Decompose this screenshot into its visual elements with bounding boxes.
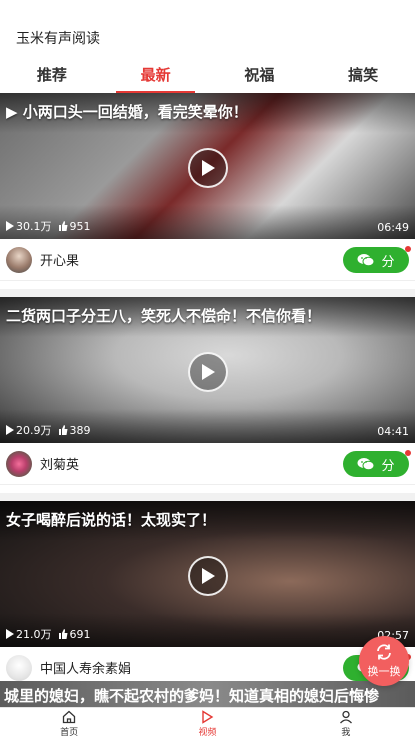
tab-latest[interactable]: 最新 — [104, 62, 208, 93]
video-stats: 30.1万 951 — [6, 218, 91, 234]
likes-count: 691 — [69, 627, 91, 641]
nav-me-label: 我 — [341, 727, 351, 738]
video-card[interactable]: ▶ 小两口头一回结婚，看完笑晕你！ 30.1万 951 06:49 开心果 分 — [0, 93, 415, 289]
tab-funny[interactable]: 搞笑 — [311, 62, 415, 93]
video-thumbnail[interactable]: 女子喝醉后说的话！太现实了！ 21.0万 691 02:57 — [0, 501, 415, 647]
video-stats: 20.9万 389 — [6, 422, 91, 438]
video-stats: 21.0万 691 — [6, 626, 91, 642]
play-icon — [202, 709, 214, 724]
likes-count: 951 — [69, 219, 91, 233]
share-label: 分 — [381, 254, 395, 270]
video-duration: 04:41 — [377, 425, 409, 438]
thumbs-up-icon — [58, 629, 67, 639]
views-stat: 30.1万 — [6, 218, 52, 234]
top-bar: 玉米有声阅读 — [0, 0, 415, 62]
views-icon — [6, 629, 14, 639]
thumbs-up-icon — [58, 425, 67, 435]
bottom-navigation: 首页 视频 我 — [0, 707, 415, 739]
category-tabs: 推荐 最新 祝福 搞笑 — [0, 62, 415, 93]
nav-me[interactable]: 我 — [277, 708, 415, 739]
avatar[interactable] — [6, 450, 32, 477]
likes-stat: 951 — [58, 220, 91, 233]
likes-stat: 691 — [58, 628, 91, 641]
video-title[interactable]: 城里的媳妇，瞧不起农村的爹妈！知道真相的媳妇后悔惨 — [4, 685, 379, 706]
video-title[interactable]: ▶ 小两口头一回结婚，看完笑晕你！ — [6, 101, 409, 122]
views-stat: 21.0万 — [6, 626, 52, 642]
views-icon — [6, 221, 14, 231]
nav-video-label: 视频 — [198, 727, 217, 738]
video-thumbnail[interactable]: ▶ 小两口头一回结婚，看完笑晕你！ 30.1万 951 06:49 — [0, 93, 415, 239]
wechat-share-button[interactable]: 分 — [343, 451, 409, 477]
video-card[interactable]: 二货两口子分王八，笑死人不偿命！不信你看！ 20.9万 389 04:41 刘菊… — [0, 297, 415, 493]
views-count: 20.9万 — [16, 424, 52, 437]
nav-video[interactable]: 视频 — [138, 708, 276, 739]
video-meta: 刘菊英 分 — [0, 443, 415, 485]
home-icon — [63, 710, 76, 723]
video-title[interactable]: 女子喝醉后说的话！太现实了！ — [6, 509, 409, 530]
partial-video-card[interactable]: 城里的媳妇，瞧不起农村的爹妈！知道真相的媳妇后悔惨 — [0, 681, 415, 707]
video-meta: 开心果 分 — [0, 239, 415, 281]
author-name[interactable]: 开心果 — [40, 250, 79, 269]
card-divider — [0, 289, 415, 297]
wechat-icon — [357, 254, 375, 267]
play-button[interactable] — [188, 148, 228, 188]
app-title: 玉米有声阅读 — [16, 31, 100, 47]
refresh-button[interactable]: 换一换 — [359, 636, 409, 686]
author-name[interactable]: 中国人寿余素娟 — [40, 658, 131, 677]
notification-dot — [405, 246, 411, 252]
likes-stat: 389 — [58, 424, 91, 437]
refresh-label: 换一换 — [367, 665, 401, 678]
play-icon — [202, 568, 215, 584]
play-button[interactable] — [188, 352, 228, 392]
video-thumbnail[interactable]: 二货两口子分王八，笑死人不偿命！不信你看！ 20.9万 389 04:41 — [0, 297, 415, 443]
video-card[interactable]: 女子喝醉后说的话！太现实了！ 21.0万 691 02:57 中国人寿余素娟 — [0, 501, 415, 697]
avatar[interactable] — [6, 654, 32, 681]
views-count: 21.0万 — [16, 628, 52, 641]
views-icon — [6, 425, 14, 435]
play-button[interactable] — [188, 556, 228, 596]
notification-dot — [405, 450, 411, 456]
wechat-share-button[interactable]: 分 — [343, 247, 409, 273]
tab-recommend[interactable]: 推荐 — [0, 62, 104, 93]
video-feed[interactable]: ▶ 小两口头一回结婚，看完笑晕你！ 30.1万 951 06:49 开心果 分 … — [0, 93, 415, 707]
refresh-icon — [377, 644, 391, 660]
user-icon — [339, 710, 352, 723]
nav-home-label: 首页 — [60, 727, 79, 738]
views-stat: 20.9万 — [6, 422, 52, 438]
card-divider — [0, 493, 415, 501]
play-icon — [202, 364, 215, 380]
share-label: 分 — [381, 458, 395, 474]
avatar[interactable] — [6, 246, 32, 273]
likes-count: 389 — [69, 423, 91, 437]
author-name[interactable]: 刘菊英 — [40, 454, 79, 473]
video-duration: 06:49 — [377, 221, 409, 234]
play-icon — [202, 160, 215, 176]
nav-home[interactable]: 首页 — [0, 708, 138, 739]
tab-blessing[interactable]: 祝福 — [208, 62, 312, 93]
app-root: 玉米有声阅读 推荐 最新 祝福 搞笑 ▶ 小两口头一回结婚，看完笑晕你！ 30.… — [0, 0, 415, 739]
wechat-icon — [357, 458, 375, 471]
thumbs-up-icon — [58, 221, 67, 231]
views-count: 30.1万 — [16, 220, 52, 233]
video-title[interactable]: 二货两口子分王八，笑死人不偿命！不信你看！ — [6, 305, 409, 326]
